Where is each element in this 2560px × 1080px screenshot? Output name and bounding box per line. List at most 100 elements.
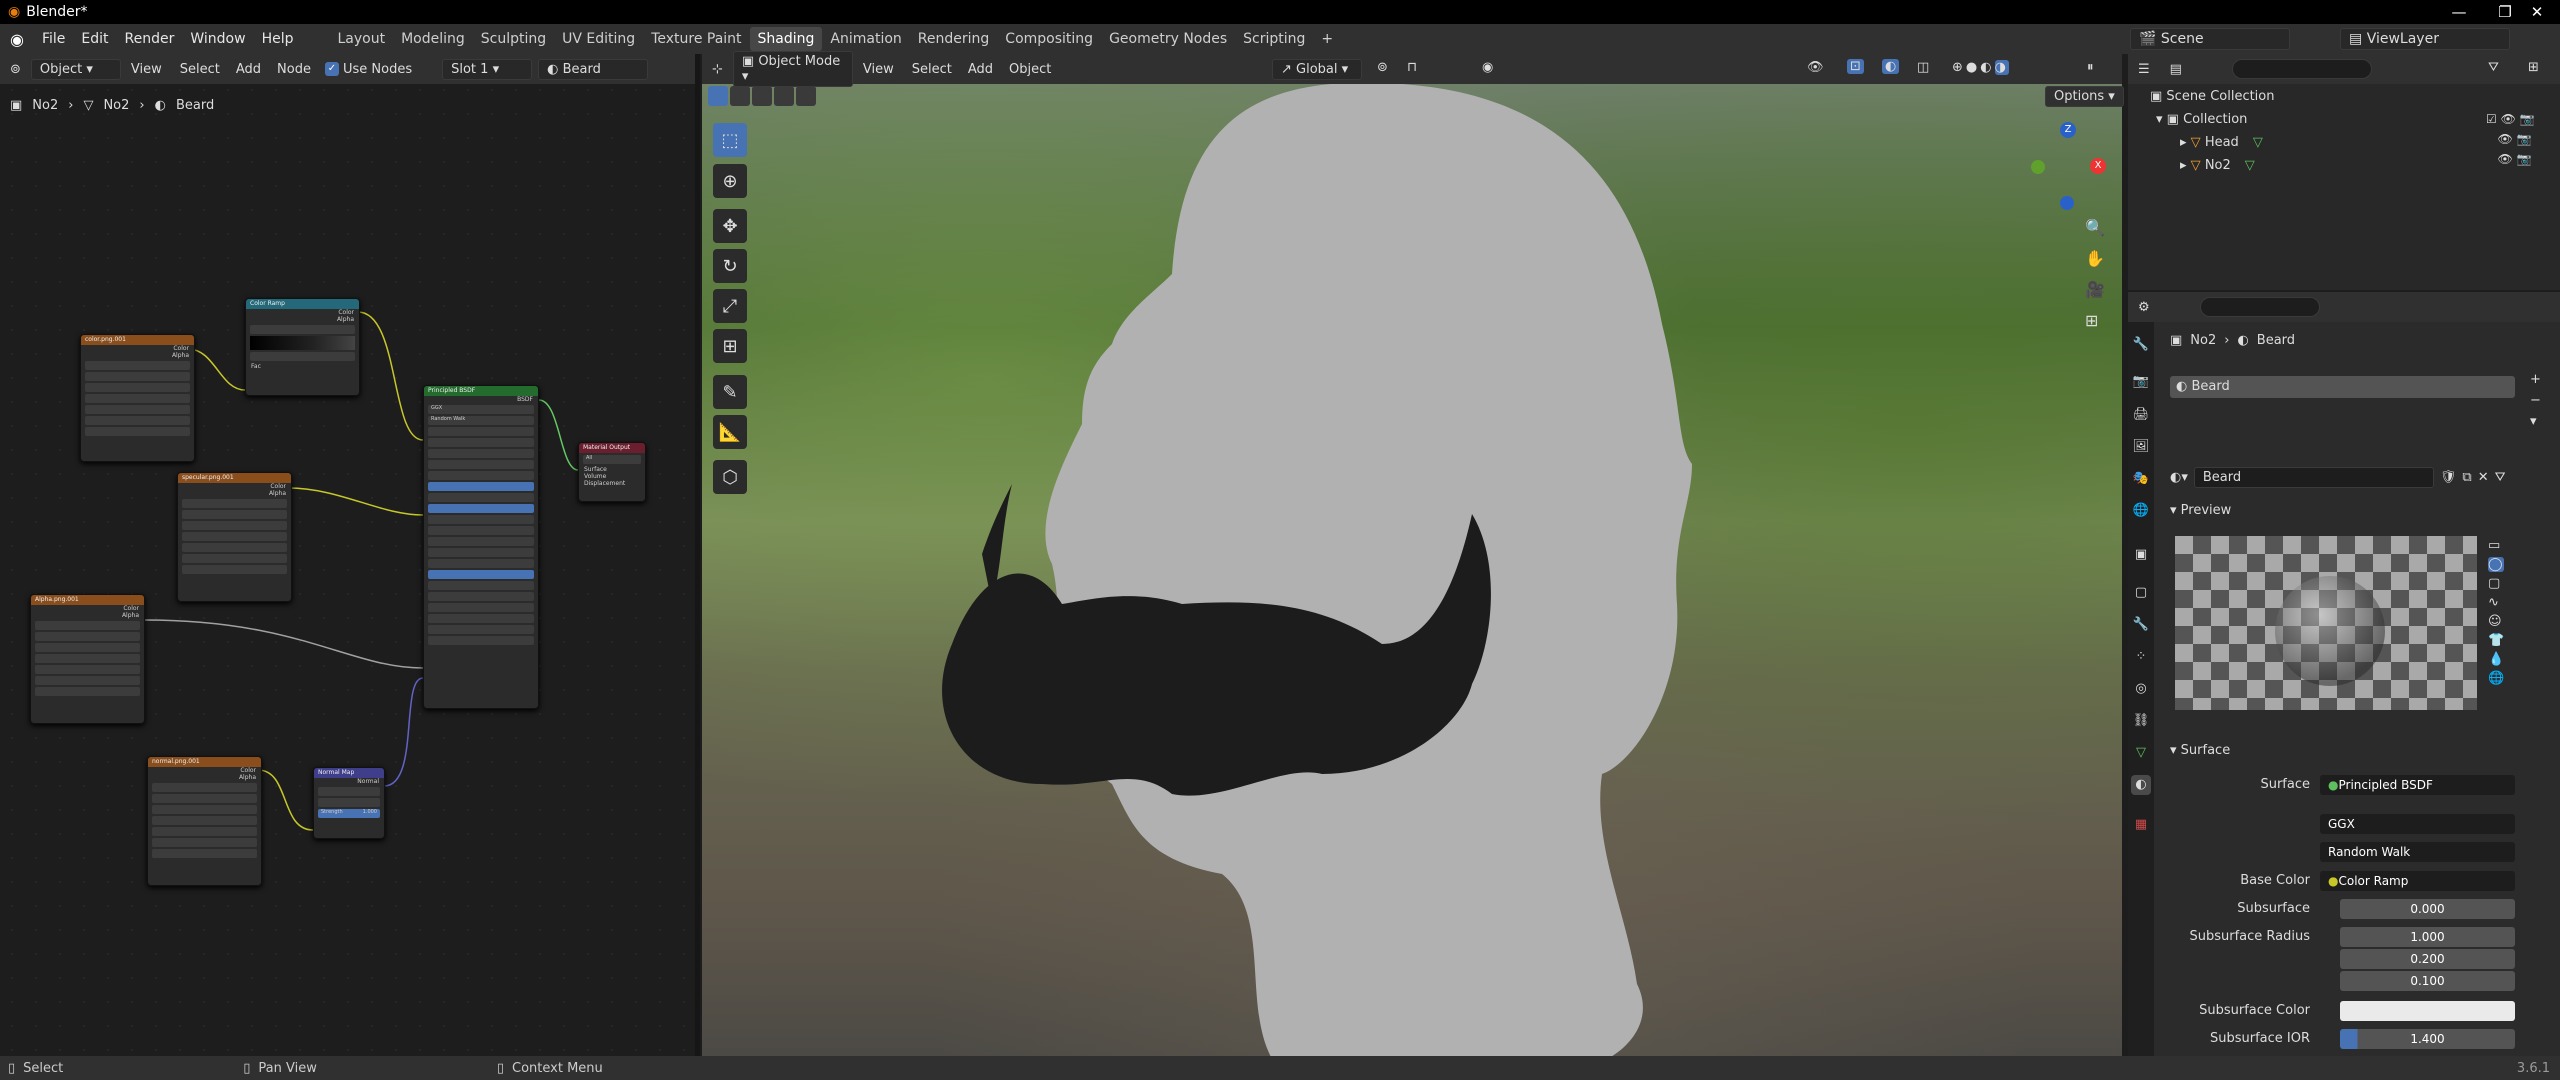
properties-search-input[interactable] (2199, 297, 2320, 317)
modifier-tab-icon[interactable]: 🔧 (2131, 615, 2151, 635)
outliner-editor-icon[interactable]: ☰ (2128, 62, 2160, 77)
perspective-grid-icon[interactable]: ⊞ (2085, 311, 2105, 330)
xray-icon[interactable]: ◫ (1917, 60, 1929, 75)
add-cube-tool-icon[interactable]: ⬡ (713, 460, 747, 494)
preview-hair-icon[interactable]: ∿ (2488, 595, 2504, 610)
navigation-gizmo[interactable]: Z X (2025, 120, 2115, 220)
add-slot-icon[interactable]: + (2530, 372, 2541, 387)
node-principled-bsdf[interactable]: Principled BSDF BSDF GGX Random Walk (423, 385, 539, 709)
expand-arrow-icon[interactable]: ▾ (2156, 112, 2167, 127)
texture-tab-icon[interactable]: ▦ (2131, 815, 2151, 835)
select-box-tool-icon[interactable]: ⬚ (713, 123, 747, 157)
subsurface-radius-y-field[interactable]: 0.200 (2340, 949, 2515, 969)
object-tab-icon[interactable]: ▢ (2131, 583, 2151, 603)
strength-field[interactable]: Strength 1.000 (318, 809, 380, 818)
move-tool-icon[interactable]: ✥ (713, 209, 747, 243)
fake-user-icon[interactable]: 🛡 (2440, 470, 2457, 485)
area-divider[interactable] (695, 54, 700, 1056)
vp-menu-add[interactable]: Add (960, 62, 1001, 77)
node-normal-map[interactable]: Normal Map Normal Strength 1.000 (313, 767, 385, 839)
pan-hand-icon[interactable]: ✋ (2085, 249, 2105, 268)
vp-menu-object[interactable]: Object (1001, 62, 1059, 77)
outliner-search-input[interactable] (2231, 59, 2372, 79)
shading-modes-icon[interactable]: ⊕●◐◑ (1952, 60, 2009, 75)
gizmo-x-axis[interactable]: X (2090, 158, 2106, 174)
unlink-material-icon[interactable]: ✕ (2478, 470, 2489, 485)
new-collection-icon[interactable]: ⊞ (2528, 60, 2539, 75)
no2-eye-camera-icons[interactable]: 👁 📷 (2486, 152, 2535, 166)
preview-world-icon[interactable]: 🌐 (2488, 671, 2504, 686)
link-dropdown-icon[interactable]: ⛛ (2495, 470, 2506, 485)
select-subtract-icon[interactable] (752, 86, 772, 106)
vp-menu-select[interactable]: Select (904, 62, 960, 77)
node-material-output[interactable]: Material Output All Surface Volume Displ… (578, 442, 646, 502)
surface-shader-field[interactable]: ● Principled BSDF (2320, 775, 2515, 795)
options-dropdown[interactable]: Options ▾ (2045, 86, 2124, 107)
tab-rendering[interactable]: Rendering (910, 27, 998, 51)
ramp-gradient[interactable] (250, 336, 355, 350)
visibility-icon[interactable]: 👁 (1807, 60, 1824, 75)
scale-tool-icon[interactable]: ⤢ (713, 289, 747, 323)
select-new-icon[interactable] (708, 86, 728, 106)
preview-cube-icon[interactable]: ▢ (2488, 576, 2504, 591)
gizmo-y-axis[interactable] (2031, 160, 2045, 174)
add-workspace-button[interactable]: + (1313, 27, 1341, 51)
tab-scripting[interactable]: Scripting (1235, 27, 1313, 51)
remove-slot-icon[interactable]: − (2530, 393, 2541, 408)
surface-panel-header[interactable]: ▾ Surface (2170, 740, 2530, 762)
distribution-dropdown[interactable]: GGX (2320, 814, 2515, 834)
material-tab-icon[interactable]: ◐ (2131, 775, 2151, 795)
snap-icon[interactable]: ⊓ (1407, 60, 1417, 75)
preview-fluid-icon[interactable]: 💧 (2488, 652, 2504, 667)
outliner-item-scene-collection[interactable]: ▣ Scene Collection (2150, 89, 2275, 104)
view-layer-tab-icon[interactable]: 🖼 (2131, 437, 2151, 457)
physics-tab-icon[interactable]: ◎ (2131, 679, 2151, 699)
preview-panel-header[interactable]: ▾ Preview (2170, 500, 2530, 522)
tab-shading[interactable]: Shading (749, 27, 823, 51)
outliner-item-head[interactable]: ▸ ▽ Head ▽ (2180, 135, 2263, 150)
head-eye-camera-icons[interactable]: 👁 📷 (2486, 132, 2535, 146)
tab-animation[interactable]: Animation (822, 27, 909, 51)
measure-tool-icon[interactable]: 📐 (713, 415, 747, 449)
sss-dropdown[interactable]: Random Walk (428, 416, 534, 425)
transform-orientation-dropdown[interactable]: ↗ Global ▾ (1272, 59, 1362, 80)
node-specular-texture[interactable]: specular.png.001 Color Alpha (177, 472, 292, 602)
preview-flat-icon[interactable]: ▭ (2488, 538, 2504, 553)
select-invert-icon[interactable] (774, 86, 794, 106)
close-button[interactable]: ✕ (2514, 0, 2560, 24)
collection-check-eye-camera-icons[interactable]: ☑ 👁 📷 (2486, 112, 2535, 126)
mesh-data-tab-icon[interactable]: ▽ (2131, 743, 2151, 763)
world-tab-icon[interactable]: 🌐 (2131, 501, 2151, 521)
distribution-dropdown[interactable]: GGX (428, 405, 534, 414)
mode-dropdown[interactable]: ▣ Object Mode ▾ (732, 51, 853, 87)
outliner-item-no2[interactable]: ▸ ▽ No2 ▽ (2180, 158, 2255, 173)
subsurface-radius-z-field[interactable]: 0.100 (2340, 971, 2515, 991)
expand-arrow-icon[interactable]: ▸ (2180, 135, 2191, 150)
pause-render-icon[interactable]: ⏸ (2087, 60, 2094, 75)
pivot-icon[interactable]: ⊚ (1377, 60, 1388, 75)
3d-viewport[interactable] (702, 84, 2122, 1056)
node-normal-texture[interactable]: normal.png.001 Color Alpha (147, 756, 262, 886)
camera-icon[interactable]: 🎥 (2085, 280, 2105, 299)
subsurface-color-swatch[interactable] (2340, 1001, 2515, 1021)
constraints-tab-icon[interactable]: ⛓ (2131, 711, 2151, 731)
zoom-icon[interactable]: 🔍 (2085, 218, 2105, 237)
material-browse-icon[interactable]: ◐▾ (2170, 470, 2188, 485)
tab-compositing[interactable]: Compositing (997, 27, 1101, 51)
vp-menu-view[interactable]: View (853, 62, 904, 77)
properties-editor-icon[interactable]: ⚙ (2128, 300, 2160, 315)
node-color-texture[interactable]: color.png.001 Color Alpha (80, 334, 195, 462)
select-extend-icon[interactable] (730, 86, 750, 106)
material-name-field[interactable]: Beard (2193, 466, 2434, 488)
subsurface-field[interactable]: 0.000 (2340, 899, 2515, 919)
copy-material-icon[interactable]: ⧉ (2462, 470, 2471, 485)
base-color-link-field[interactable]: ● Color Ramp (2320, 871, 2515, 891)
display-mode-icon[interactable]: ▤ (2160, 62, 2192, 77)
rotate-tool-icon[interactable]: ↻ (713, 249, 747, 283)
subsurface-radius-x-field[interactable]: 1.000 (2340, 927, 2515, 947)
gizmo-toggle-icon[interactable]: ⊡ (1847, 59, 1864, 74)
node-color-ramp[interactable]: Color Ramp Color Alpha Fac (245, 298, 360, 396)
output-target-dropdown[interactable]: All (583, 455, 641, 464)
transform-tool-icon[interactable]: ⊞ (713, 329, 747, 363)
material-slot-list-item[interactable]: ◐ Beard (2170, 376, 2515, 398)
